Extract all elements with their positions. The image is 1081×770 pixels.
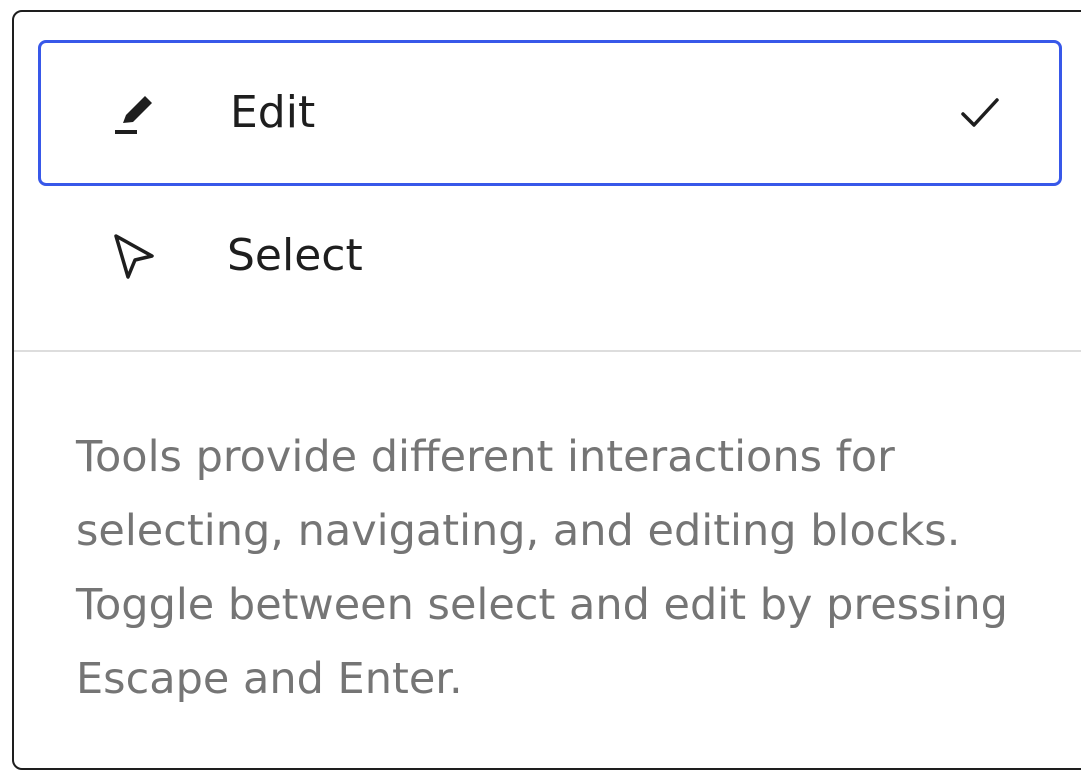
checkmark-icon (957, 90, 1003, 136)
cursor-arrow-icon (106, 230, 158, 282)
menu-item-label: Select (227, 230, 363, 281)
pencil-icon (109, 87, 161, 139)
menu-item-label: Edit (230, 87, 316, 138)
menu-item-select[interactable]: Select (38, 183, 1062, 329)
help-text: Tools provide different interactions for… (76, 432, 1008, 704)
menu-item-edit[interactable]: Edit (38, 40, 1062, 186)
divider (14, 350, 1081, 352)
